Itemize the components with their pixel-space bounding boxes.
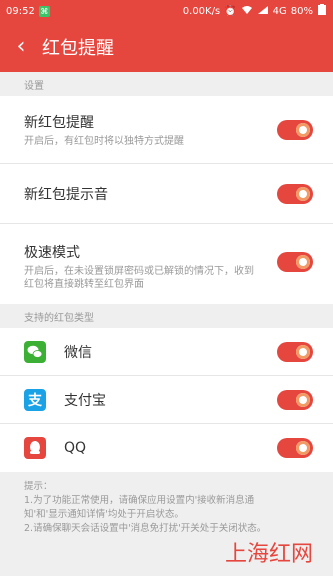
page-title: 红包提醒 [42, 38, 114, 59]
settings-section-header: 设置 [0, 72, 333, 96]
setting-label: 新红包提示音 [24, 187, 108, 203]
alarm-icon: ⏰ [224, 5, 237, 17]
app-label: 微信 [64, 344, 92, 361]
new-redpacket-sound-toggle[interactable] [277, 184, 313, 204]
settings-list: 新红包提醒 开启后，有红包时将以独特方式提醒 新红包提示音 极速模式 开启后，在… [0, 96, 333, 304]
battery-icon [317, 4, 327, 18]
supported-section-header: 支持的红包类型 [0, 304, 333, 328]
tips-line: 2.请确保聊天会话设置中'消息免打扰'开关处于关闭状态。 [24, 523, 267, 534]
turbo-mode-toggle[interactable] [277, 252, 313, 272]
qq-toggle[interactable] [277, 438, 313, 458]
setting-label: 极速模式 [24, 245, 80, 261]
alipay-toggle[interactable] [277, 390, 313, 410]
status-time: 09:52 [6, 5, 35, 17]
alipay-icon: 支 [24, 388, 46, 411]
network-speed: 0.00K/s [182, 5, 221, 17]
qq-icon [24, 437, 46, 459]
wechat-toggle[interactable] [277, 342, 313, 362]
app-row-wechat[interactable]: 微信 [0, 328, 333, 376]
battery-level: 80% [290, 5, 313, 17]
wechat-icon [24, 340, 46, 363]
back-arrow-icon: ‹ [16, 34, 26, 59]
wifi-icon [241, 5, 253, 18]
watermark-logo: 上海红网 [224, 542, 313, 567]
status-bar: 09:52 ⌘ 0.00K/s ⏰ 4G 80% [0, 0, 333, 22]
setting-turbo-mode[interactable]: 极速模式 开启后，在未设置锁屏密码或已解锁的情况下，收到红包将直接跳转至红包界面 [0, 224, 333, 304]
app-label: 支付宝 [64, 392, 106, 409]
app-bar: ‹ 红包提醒 [0, 22, 333, 72]
setting-label: 新红包提醒 [24, 115, 94, 131]
tips-section: 提示： 1.为了功能正常使用，请确保应用设置内'接收新消息通 知'和'显示通知详… [0, 472, 333, 544]
app-row-qq[interactable]: QQ [0, 424, 333, 472]
tips-line: 1.为了功能正常使用，请确保应用设置内'接收新消息通 [24, 495, 255, 506]
setting-description: 开启后，有红包时将以独特方式提醒 [24, 136, 184, 147]
app-notification-icon: ⌘ [38, 5, 50, 17]
setting-new-redpacket-reminder[interactable]: 新红包提醒 开启后，有红包时将以独特方式提醒 [0, 96, 333, 164]
network-type: 4G [272, 5, 287, 17]
app-label: QQ [64, 440, 87, 456]
new-redpacket-reminder-toggle[interactable] [277, 120, 313, 140]
app-row-alipay[interactable]: 支 支付宝 [0, 376, 333, 424]
back-button[interactable]: ‹ [0, 22, 42, 72]
tips-heading: 提示： [24, 481, 53, 492]
supported-apps-list: 微信 支 支付宝 QQ [0, 328, 333, 472]
signal-icon [257, 5, 269, 18]
setting-description: 开启后，在未设置锁屏密码或已解锁的情况下，收到红包将直接跳转至红包界面 [24, 266, 254, 290]
setting-new-redpacket-sound[interactable]: 新红包提示音 [0, 164, 333, 224]
tips-line: 知'和'显示通知详情'均处于开启状态。 [24, 509, 184, 520]
